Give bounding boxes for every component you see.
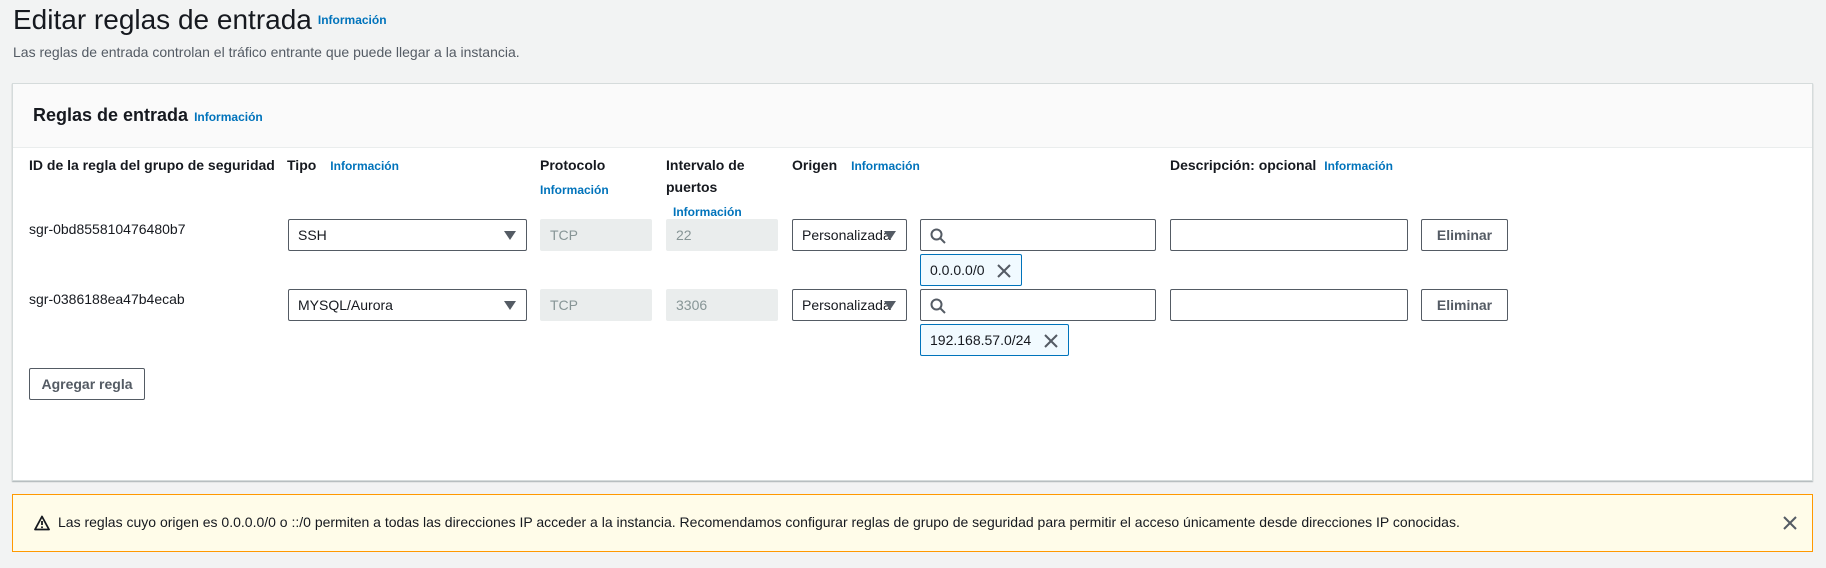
type-select[interactable]: SSH: [288, 219, 527, 251]
close-icon[interactable]: [1043, 333, 1059, 349]
source-token-value: 192.168.57.0/24: [930, 332, 1032, 348]
caret-down-icon: [884, 301, 896, 310]
description-input[interactable]: [1170, 219, 1408, 251]
delete-rule-button[interactable]: Eliminar: [1421, 219, 1508, 251]
column-header-type: Tipo Información: [287, 154, 399, 177]
source-mode-select[interactable]: Personalizada: [792, 289, 907, 321]
caret-down-icon: [504, 301, 516, 310]
source-mode-select-value: Personalizada: [802, 227, 891, 243]
rule-id: sgr-0386188ea47b4ecab: [29, 291, 185, 307]
search-icon: [930, 228, 946, 244]
source-info-link[interactable]: Información: [851, 159, 920, 173]
source-search-input[interactable]: [920, 289, 1156, 321]
add-rule-button[interactable]: Agregar regla: [29, 368, 145, 400]
column-header-port-range-line2: puertos: [666, 179, 718, 195]
panel-title-text: Reglas de entrada: [33, 105, 189, 125]
panel-info-link[interactable]: Información: [194, 110, 263, 124]
close-icon[interactable]: [996, 263, 1012, 279]
source-search-input[interactable]: [920, 219, 1156, 251]
port-range-info-link[interactable]: Información: [673, 205, 742, 219]
page-title: Editar reglas de entrada Información: [13, 4, 387, 36]
column-header-port-range: Intervalo de puertos: [666, 154, 745, 198]
type-select-value: MYSQL/Aurora: [298, 297, 393, 313]
column-header-description-text: Descripción: opcional: [1170, 157, 1317, 173]
protocol-field: TCP: [540, 289, 652, 321]
column-header-description: Descripción: opcional Información: [1170, 154, 1393, 177]
page-description: Las reglas de entrada controlan el tráfi…: [13, 44, 520, 60]
inbound-rules-panel: Reglas de entrada Información ID de la re…: [12, 83, 1813, 481]
column-header-source-text: Origen: [792, 157, 838, 173]
caret-down-icon: [884, 231, 896, 240]
rule-id: sgr-0bd855810476480b7: [29, 221, 186, 237]
page-title-text: Editar reglas de entrada: [13, 4, 312, 35]
source-token: 0.0.0.0/0: [920, 254, 1023, 286]
column-header-port-range-line1: Intervalo de: [666, 157, 745, 173]
port-range-field: 3306: [666, 289, 778, 321]
type-select[interactable]: MYSQL/Aurora: [288, 289, 527, 321]
type-select-value: SSH: [298, 227, 327, 243]
warning-text: Las reglas cuyo origen es 0.0.0.0/0 o ::…: [58, 514, 1460, 530]
page-info-link[interactable]: Información: [318, 13, 387, 27]
protocol-info-link[interactable]: Información: [540, 183, 609, 197]
column-header-source: Origen Información: [792, 154, 920, 177]
close-icon[interactable]: [1781, 514, 1799, 532]
protocol-field: TCP: [540, 219, 652, 251]
source-mode-select-value: Personalizada: [802, 297, 891, 313]
type-info-link[interactable]: Información: [330, 159, 399, 173]
panel-title: Reglas de entrada Información: [33, 105, 263, 126]
description-info-link[interactable]: Información: [1324, 159, 1393, 173]
delete-rule-button[interactable]: Eliminar: [1421, 289, 1508, 321]
search-icon: [930, 298, 946, 314]
column-header-protocol: Protocolo: [540, 157, 606, 173]
warning-icon: [34, 515, 50, 531]
source-token-value: 0.0.0.0/0: [930, 262, 985, 278]
source-token: 192.168.57.0/24: [920, 324, 1070, 356]
description-input[interactable]: [1170, 289, 1408, 321]
panel-header: Reglas de entrada Información: [13, 84, 1812, 148]
port-range-field: 22: [666, 219, 778, 251]
column-header-type-text: Tipo: [287, 157, 317, 173]
source-mode-select[interactable]: Personalizada: [792, 219, 907, 251]
column-header-rule-id: ID de la regla del grupo de seguridad: [29, 157, 275, 173]
caret-down-icon: [504, 231, 516, 240]
warning-alert: Las reglas cuyo origen es 0.0.0.0/0 o ::…: [12, 494, 1813, 552]
